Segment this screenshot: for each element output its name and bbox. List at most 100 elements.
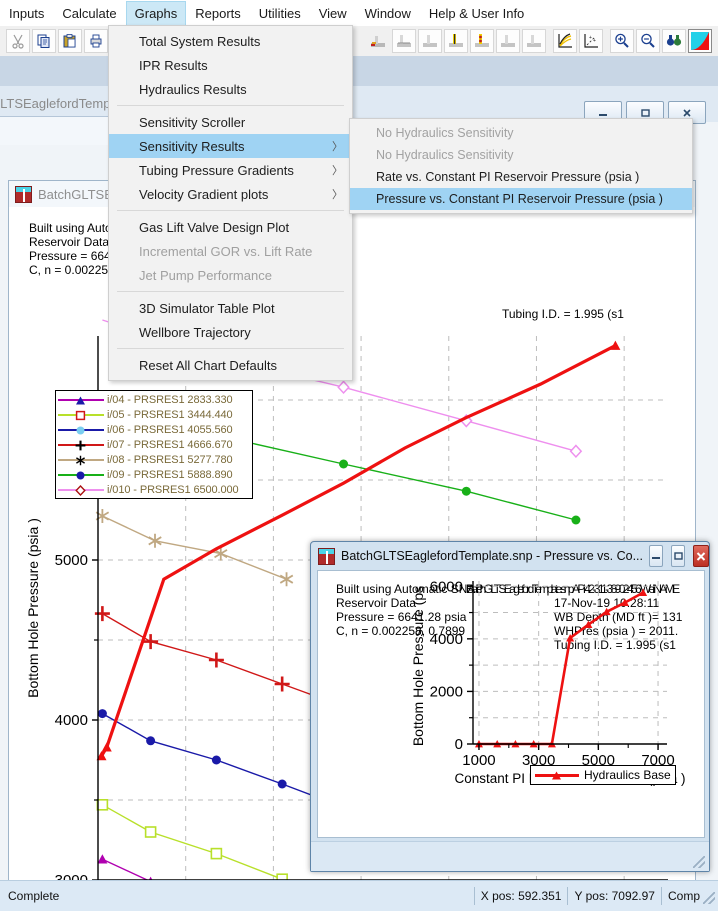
popup-maximize-button[interactable] [670, 545, 685, 567]
cut-icon[interactable] [6, 29, 30, 53]
submenuitem-no-hydraulics-sensitivity-1: No Hydraulics Sensitivity [376, 126, 514, 140]
legend-label: i/05 - PRSRES1 3444.440 [107, 408, 233, 421]
curves-plot-icon[interactable] [553, 29, 577, 53]
toolbar-divider-4 [713, 30, 718, 52]
menuitem-sensitivity-scroller[interactable]: Sensitivity Scroller [109, 110, 352, 134]
submenuitem-no-hydraulics-sensitivity-2: No Hydraulics Sensitivity [376, 148, 514, 162]
chevron-right-icon: 〉 [332, 189, 343, 201]
outer-window-title: GLTSEaglefordTempla [0, 96, 121, 111]
menu-inputs[interactable]: Inputs [0, 1, 53, 26]
menuitem-gas-lift-valve-design-plot[interactable]: Gas Lift Valve Design Plot [109, 215, 352, 239]
menu-separator [117, 210, 344, 211]
legend-swatch [58, 439, 104, 451]
menuitem-hydraulics-results[interactable]: Hydraulics Results [109, 77, 352, 101]
svg-text:+: + [589, 35, 592, 41]
copy-icon[interactable] [32, 29, 56, 53]
toolbar-divider [0, 30, 5, 52]
legend-label: i/010 - PRSRES1 6500.000 [107, 483, 239, 496]
menu-utilities[interactable]: Utilities [250, 1, 310, 26]
legend-item: i/09 - PRSRES1 5888.890 [56, 467, 252, 482]
menuitem-sensitivity-results[interactable]: Sensitivity Results 〉 [109, 134, 352, 158]
resize-grip-icon[interactable] [693, 856, 705, 868]
menu-reports[interactable]: Reports [186, 1, 250, 26]
menuitem-reset-all-chart-defaults[interactable]: Reset All Chart Defaults [109, 353, 352, 377]
legend-item: i/06 - PRSRES1 4055.560 [56, 422, 252, 437]
graphs-dropdown-menu: Total System Results IPR Results Hydraul… [108, 25, 353, 381]
menuitem-label: Tubing Pressure Gradients [139, 162, 294, 178]
zoom-out-icon[interactable] [636, 29, 660, 53]
svg-text:4000: 4000 [430, 631, 463, 648]
status-ypos: Y pos: 7092.97 [567, 887, 661, 905]
menuitem-label: Sensitivity Results [139, 138, 245, 154]
popup-chart-plot[interactable]: 02000400060001000 3000 5000 7000 Bottom Hol… [318, 571, 704, 837]
sensitivity-results-submenu: No Hydraulics Sensitivity No Hydraulics … [349, 118, 693, 214]
menu-graphs[interactable]: Graphs [125, 0, 187, 26]
chart-header-left: Built using Autor Reservoir Data Pressur… [29, 221, 116, 277]
app-icon [318, 547, 335, 565]
legend-item: i/04 - PRSRES1 2833.330 [56, 392, 252, 407]
menu-separator [117, 348, 344, 349]
app-icon [15, 185, 32, 203]
menuitem-label: Velocity Gradient plots [139, 186, 269, 202]
menuitem-tubing-pressure-gradients[interactable]: Tubing Pressure Gradients 〉 [109, 158, 352, 182]
svg-text:1000: 1000 [462, 752, 495, 769]
scatter-plot-icon[interactable]: + + [579, 29, 603, 53]
legend-swatch [58, 394, 104, 406]
paste-icon[interactable] [58, 29, 82, 53]
submenuitem-rate-vs-constant-pi[interactable]: Rate vs. Constant PI Reservoir Pressure … [350, 166, 692, 188]
legend-swatch [58, 454, 104, 466]
well-schematic-5-icon[interactable] [470, 29, 494, 53]
zoom-in-icon[interactable] [610, 29, 634, 53]
popup-chart-legend[interactable]: Hydraulics Base [530, 765, 676, 785]
chevron-right-icon: 〉 [332, 165, 343, 177]
menu-separator [117, 291, 344, 292]
menuitem-velocity-gradient-plots[interactable]: Velocity Gradient plots 〉 [109, 182, 352, 206]
well-schematic-2-icon[interactable] [392, 29, 416, 53]
legend-item: i/08 - PRSRES1 5277.780 [56, 452, 252, 467]
header-line-2: Reservoir Data [29, 235, 110, 249]
well-schematic-3-icon[interactable] [418, 29, 442, 53]
binoculars-icon[interactable] [662, 29, 686, 53]
popup-close-button[interactable] [692, 545, 709, 567]
legend-label: Hydraulics Base [584, 768, 671, 782]
menu-calculate[interactable]: Calculate [53, 1, 125, 26]
legend-swatch [535, 769, 579, 781]
svg-text:2000: 2000 [430, 683, 463, 700]
legend-label: i/04 - PRSRES1 2833.330 [107, 393, 233, 406]
legend-label: i/08 - PRSRES1 5277.780 [107, 453, 233, 466]
menuitem-wellbore-trajectory[interactable]: Wellbore Trajectory [109, 320, 352, 344]
well-schematic-7-icon[interactable] [522, 29, 546, 53]
svg-text:5000: 5000 [55, 552, 88, 569]
header-line-4: C, n = 0.00225 [29, 263, 109, 277]
legend-item: i/07 - PRSRES1 4666.670 [56, 437, 252, 452]
menu-view[interactable]: View [310, 1, 356, 26]
popup-body: Built using Automatic SNAP Reservoir Dat… [317, 570, 705, 838]
menu-separator [117, 105, 344, 106]
well-schematic-6-icon[interactable] [496, 29, 520, 53]
legend-swatch [58, 484, 104, 496]
well-schematic-icon[interactable] [366, 29, 390, 53]
menuitem-ipr-results[interactable]: IPR Results [109, 53, 352, 77]
main-chart-legend[interactable]: i/04 - PRSRES1 2833.330 i/05 - PRSRES1 3… [55, 390, 253, 499]
popup-minimize-button[interactable] [648, 545, 663, 567]
popup-title: BatchGLTSEaglefordTemplate.snp - Pressur… [341, 549, 643, 563]
popup-y-axis-label: Bottom Hole Pressure (ps [410, 586, 426, 746]
header-line-3: Pressure = 664 [29, 249, 111, 263]
menuitem-total-system-results[interactable]: Total System Results [109, 29, 352, 53]
well-schematic-4-icon[interactable] [444, 29, 468, 53]
menu-help-user-info[interactable]: Help & User Info [420, 1, 533, 26]
legend-label: i/06 - PRSRES1 4055.560 [107, 423, 233, 436]
print-icon[interactable] [84, 29, 108, 53]
legend-swatch [58, 424, 104, 436]
color-ramp-icon[interactable] [688, 29, 712, 53]
submenuitem-pressure-vs-constant-pi[interactable]: Pressure vs. Constant PI Reservoir Press… [350, 188, 692, 210]
menuitem-3d-simulator-table-plot[interactable]: 3D Simulator Table Plot [109, 296, 352, 320]
popup-footer [311, 841, 709, 871]
menu-window[interactable]: Window [356, 1, 420, 26]
svg-text:0: 0 [455, 736, 463, 753]
popup-titlebar[interactable]: BatchGLTSEaglefordTemplate.snp - Pressur… [311, 542, 709, 570]
menuitem-incremental-gor-vs-lift-rate: Incremental GOR vs. Lift Rate [139, 243, 313, 259]
chevron-right-icon: 〉 [332, 141, 343, 153]
toolbar-divider-2 [547, 30, 552, 52]
resize-grip-icon[interactable] [703, 892, 715, 904]
